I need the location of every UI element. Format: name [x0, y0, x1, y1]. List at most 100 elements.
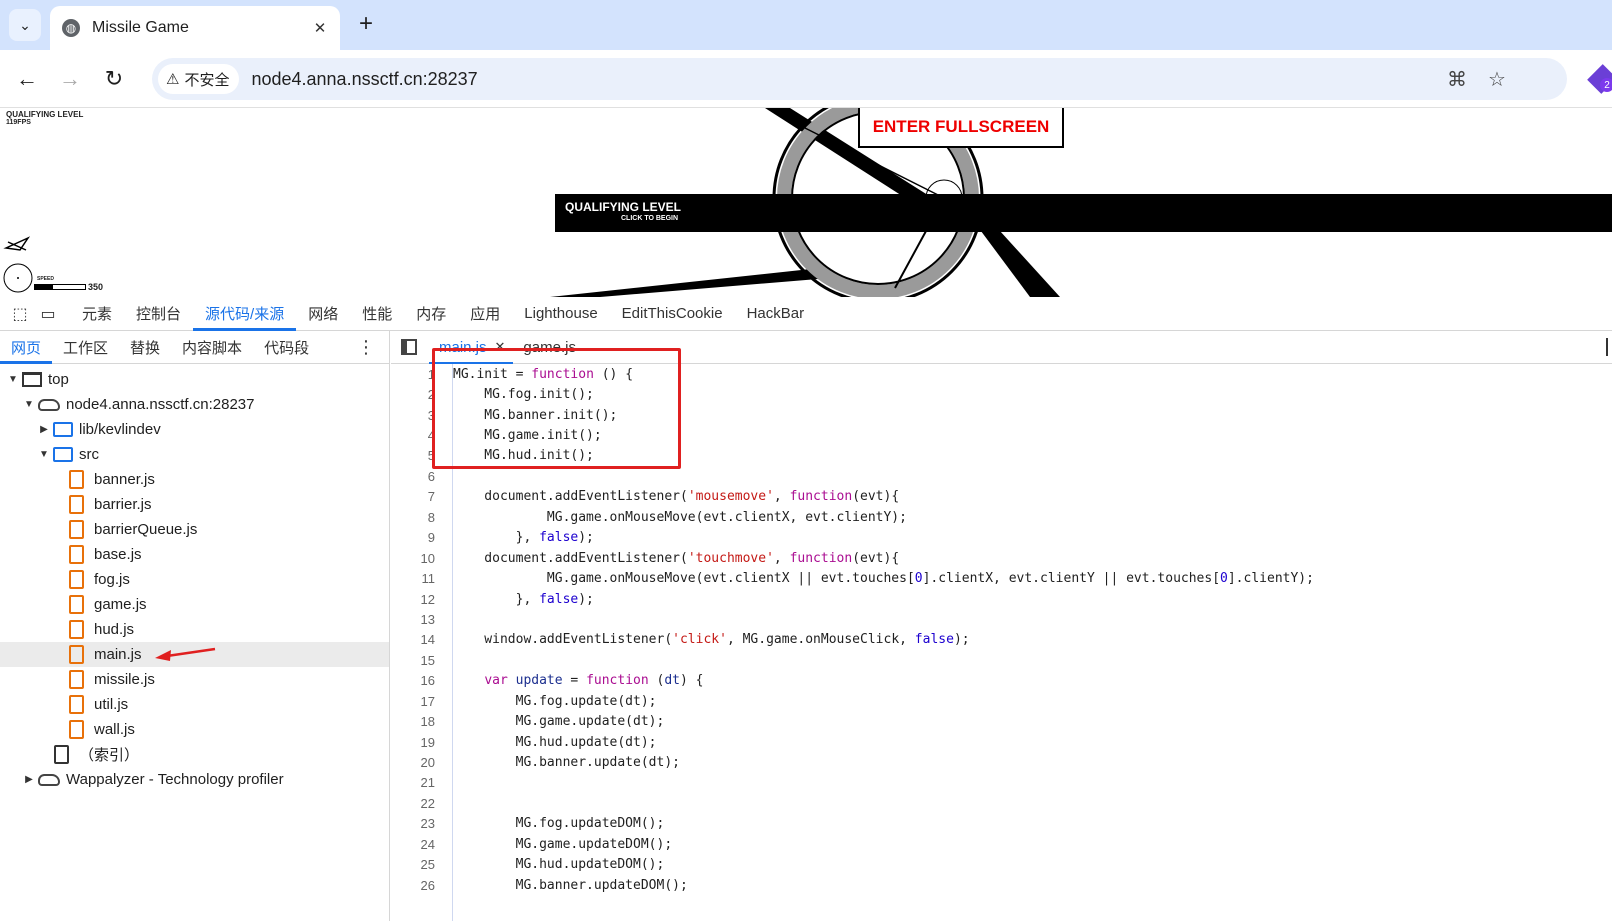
code-line[interactable]: 15 — [391, 650, 1612, 670]
code-line[interactable]: 8 MG.game.onMouseMove(evt.clientX, evt.c… — [391, 507, 1612, 527]
level-banner[interactable]: QUALIFYING LEVEL CLICK TO BEGIN — [555, 194, 1612, 232]
line-number[interactable]: 15 — [391, 653, 435, 668]
back-button[interactable]: ← — [10, 62, 44, 96]
reload-button[interactable]: ↻ — [97, 62, 131, 96]
code-line[interactable]: 19 MG.hud.update(dt); — [391, 732, 1612, 752]
tree-item-extension[interactable]: ▶ Wappalyzer - Technology profiler — [0, 767, 389, 792]
code-line[interactable]: 11 MG.game.onMouseMove(evt.clientX || ev… — [391, 568, 1612, 588]
code-line[interactable]: 21 — [391, 773, 1612, 793]
devtools-tab[interactable]: 网络 — [296, 297, 350, 331]
line-number[interactable]: 9 — [391, 530, 435, 545]
more-options-icon[interactable]: ⋮ — [357, 337, 375, 358]
devtools-tab[interactable]: 源代码/来源 — [193, 297, 297, 331]
expand-arrow-icon[interactable]: ▼ — [22, 399, 36, 410]
line-number[interactable]: 23 — [391, 816, 435, 831]
line-number[interactable]: 20 — [391, 755, 435, 770]
code-line[interactable]: 18 MG.game.update(dt); — [391, 711, 1612, 731]
line-number[interactable]: 4 — [391, 428, 435, 443]
line-number[interactable]: 22 — [391, 796, 435, 811]
devtools-tab[interactable]: HackBar — [735, 297, 817, 331]
tab-search-button[interactable]: ⌄ — [9, 9, 41, 41]
code-line[interactable]: 24 MG.game.updateDOM(); — [391, 834, 1612, 854]
line-number[interactable]: 19 — [391, 735, 435, 750]
line-number[interactable]: 11 — [391, 571, 436, 586]
tree-item-file[interactable]: game.js — [0, 592, 389, 617]
browser-tab[interactable]: ◍ Missile Game ✕ — [50, 6, 340, 50]
navigator-subtab[interactable]: 内容脚本 — [171, 331, 253, 364]
collapse-arrow-icon[interactable]: ▶ — [22, 774, 36, 785]
line-number[interactable]: 17 — [391, 694, 435, 709]
expand-arrow-icon[interactable]: ▼ — [6, 374, 20, 385]
code-line[interactable]: 17 MG.fog.update(dt); — [391, 691, 1612, 711]
navigator-subtab[interactable]: 替换 — [119, 331, 171, 364]
tree-item-file[interactable]: fog.js — [0, 567, 389, 592]
new-tab-button[interactable]: + — [352, 10, 380, 38]
device-toolbar-icon[interactable]: ▭ — [34, 300, 62, 328]
code-line[interactable]: 20 MG.banner.update(dt); — [391, 752, 1612, 772]
tree-item-file[interactable]: hud.js — [0, 617, 389, 642]
collapse-arrow-icon[interactable]: ▶ — [37, 424, 51, 435]
code-line[interactable]: 6 — [391, 466, 1612, 486]
devtools-tab[interactable]: 元素 — [70, 297, 124, 331]
line-number[interactable]: 18 — [391, 714, 435, 729]
navigator-subtab[interactable]: 网页 — [0, 331, 53, 364]
forward-button[interactable]: → — [53, 62, 87, 96]
bookmark-star-icon[interactable]: ☆ — [1485, 67, 1509, 91]
code-line[interactable]: 7 document.addEventListener('mousemove',… — [391, 487, 1612, 507]
site-info-chip[interactable]: ⚠ 不安全 — [158, 64, 240, 94]
line-number[interactable]: 13 — [391, 612, 435, 627]
tree-item-file[interactable]: missile.js — [0, 667, 389, 692]
code-line[interactable]: 10 document.addEventListener('touchmove'… — [391, 548, 1612, 568]
line-number[interactable]: 14 — [391, 632, 435, 647]
code-line[interactable]: 23 MG.fog.updateDOM(); — [391, 814, 1612, 834]
tree-item-file[interactable]: main.js — [0, 642, 389, 667]
line-number[interactable]: 26 — [391, 878, 435, 893]
code-line[interactable]: 25 MG.hud.updateDOM(); — [391, 855, 1612, 875]
line-number[interactable]: 2 — [391, 387, 435, 402]
line-number[interactable]: 10 — [391, 551, 435, 566]
enter-fullscreen-button[interactable]: ENTER FULLSCREEN — [858, 108, 1064, 148]
tree-item-index[interactable]: （索引） — [0, 742, 389, 767]
line-number[interactable]: 12 — [391, 592, 435, 607]
line-number[interactable]: 25 — [391, 857, 435, 872]
line-number[interactable]: 3 — [391, 408, 435, 423]
code-line[interactable]: 12 }, false); — [391, 589, 1612, 609]
tree-item-top[interactable]: ▼ top — [0, 367, 389, 392]
navigator-subtab[interactable]: 代码段 — [253, 331, 320, 364]
navigator-subtab[interactable]: 工作区 — [52, 331, 119, 364]
tree-item-file[interactable]: util.js — [0, 692, 389, 717]
line-number[interactable]: 24 — [391, 837, 435, 852]
code-line[interactable]: 22 — [391, 793, 1612, 813]
line-number[interactable]: 6 — [391, 469, 435, 484]
devtools-tab[interactable]: 性能 — [350, 297, 404, 331]
inspect-element-icon[interactable]: ⬚ — [6, 300, 34, 328]
code-line[interactable]: 26 MG.banner.updateDOM(); — [391, 875, 1612, 895]
line-number[interactable]: 21 — [391, 775, 435, 790]
devtools-tab[interactable]: 应用 — [458, 297, 512, 331]
line-number[interactable]: 8 — [391, 510, 435, 525]
code-line[interactable]: 13 — [391, 609, 1612, 629]
code-line[interactable]: 16 var update = function (dt) { — [391, 671, 1612, 691]
devtools-tab[interactable]: 内存 — [404, 297, 458, 331]
code-line[interactable]: 9 }, false); — [391, 528, 1612, 548]
tree-item-file[interactable]: banner.js — [0, 467, 389, 492]
toggle-debugger-icon[interactable] — [1606, 338, 1610, 356]
close-icon[interactable]: ✕ — [308, 16, 332, 40]
tree-item-file[interactable]: wall.js — [0, 717, 389, 742]
devtools-tab[interactable]: Lighthouse — [512, 297, 609, 331]
game-viewport[interactable]: QUALIFYING LEVEL 119FPS QUALIFYING LEVEL… — [0, 108, 1612, 297]
code-line[interactable]: 14 window.addEventListener('click', MG.g… — [391, 630, 1612, 650]
line-number[interactable]: 7 — [391, 489, 435, 504]
tree-item-file[interactable]: barrierQueue.js — [0, 517, 389, 542]
devtools-tab[interactable]: EditThisCookie — [610, 297, 735, 331]
expand-arrow-icon[interactable]: ▼ — [37, 449, 51, 460]
tree-item-folder-src[interactable]: ▼ src — [0, 442, 389, 467]
line-number[interactable]: 1 — [391, 367, 435, 382]
toggle-navigator-icon[interactable] — [395, 333, 423, 361]
line-number[interactable]: 16 — [391, 673, 435, 688]
tree-item-folder-lib[interactable]: ▶ lib/kevlindev — [0, 417, 389, 442]
tree-item-origin[interactable]: ▼ node4.anna.nssctf.cn:28237 — [0, 392, 389, 417]
devtools-tab[interactable]: 控制台 — [124, 297, 193, 331]
line-number[interactable]: 5 — [391, 448, 435, 463]
url-text[interactable]: node4.anna.nssctf.cn:28237 — [251, 69, 477, 90]
